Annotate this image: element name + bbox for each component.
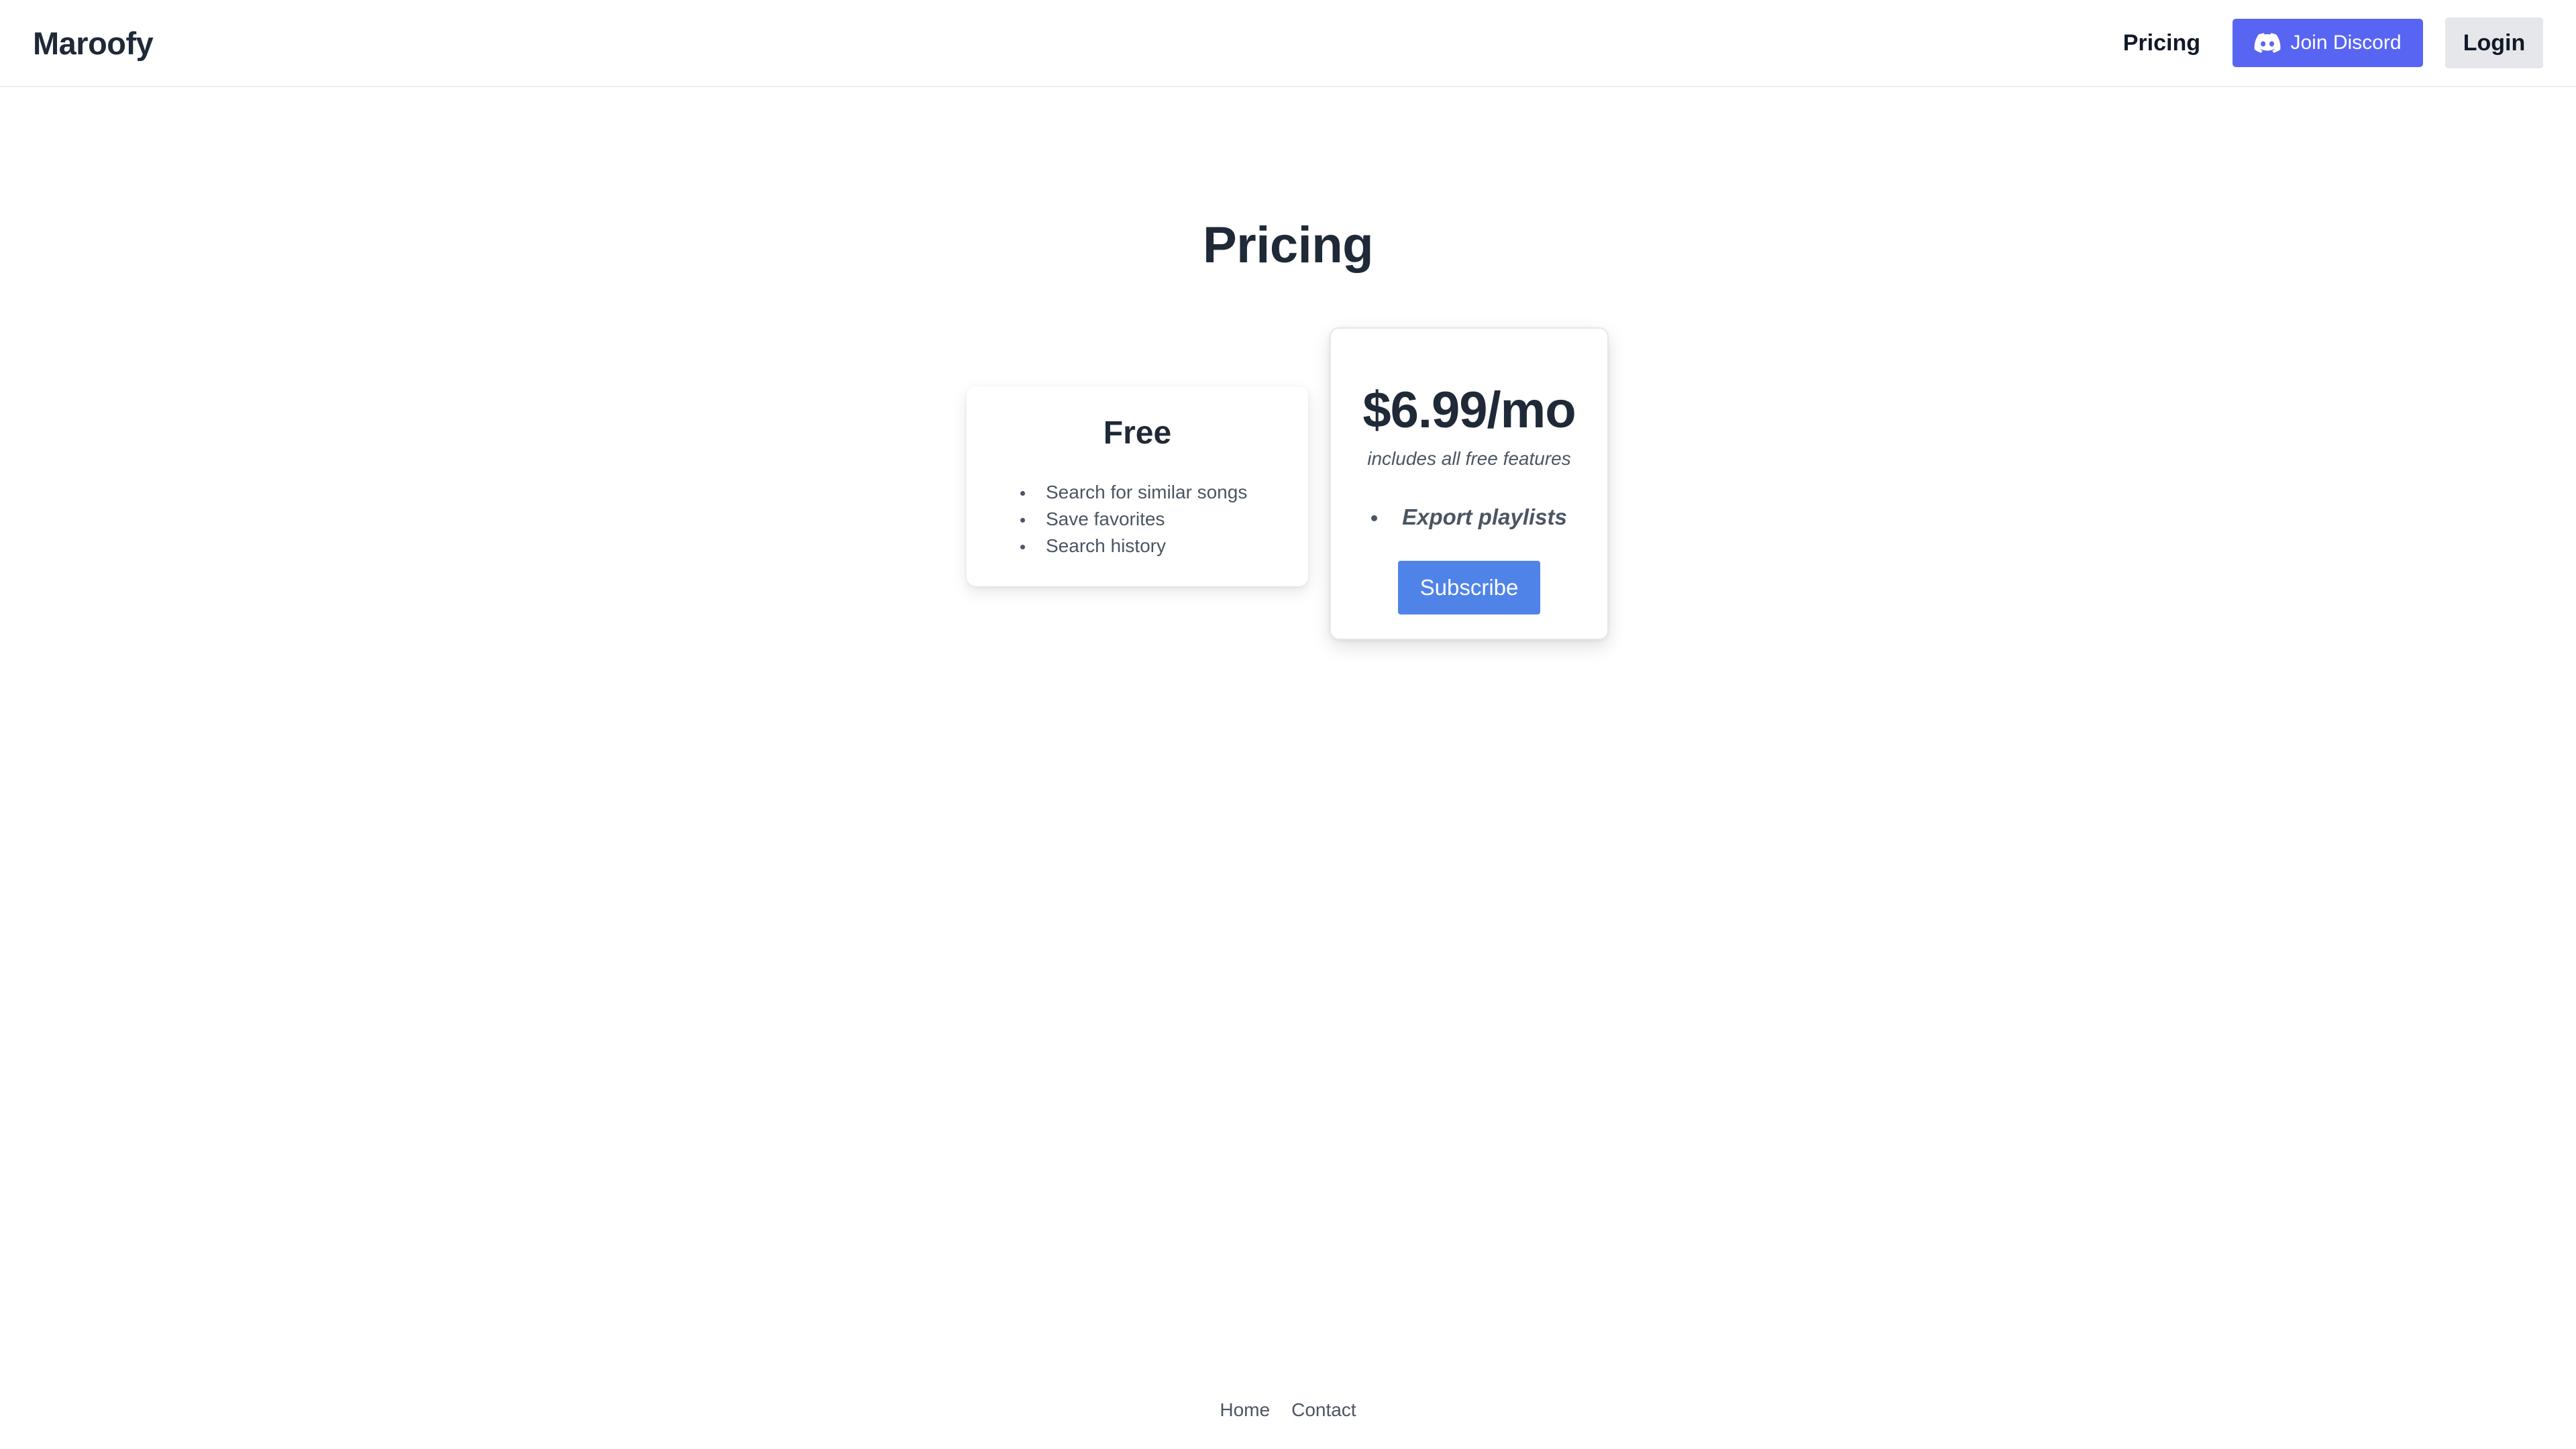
join-discord-label: Join Discord <box>2290 32 2402 54</box>
footer-link-contact[interactable]: Contact <box>1291 1399 1356 1421</box>
plan-price: $6.99/mo <box>1362 382 1576 439</box>
top-header: Maroofy Pricing Join Discord Login <box>0 0 2576 87</box>
join-discord-button[interactable]: Join Discord <box>2233 19 2423 67</box>
page-footer: Home Contact <box>0 1399 2576 1421</box>
free-feature-item: Save favorites <box>1020 506 1247 533</box>
page-title: Pricing <box>1202 217 1374 274</box>
pricing-page: Maroofy Pricing Join Discord Login Prici… <box>0 0 2576 1449</box>
discord-icon <box>2255 33 2281 53</box>
brand-logo[interactable]: Maroofy <box>33 25 154 62</box>
free-feature-list: Search for similar songs Save favorites … <box>1020 479 1247 559</box>
login-button[interactable]: Login <box>2445 17 2543 68</box>
free-feature-item: Search for similar songs <box>1020 479 1247 506</box>
free-plan-card: Free Search for similar songs Save favor… <box>967 386 1308 586</box>
free-feature-item: Search history <box>1020 533 1247 559</box>
top-nav: Pricing Join Discord Login <box>2123 17 2543 68</box>
paid-feature-list: Export playlists <box>1331 504 1607 530</box>
footer-link-home[interactable]: Home <box>1220 1399 1270 1421</box>
subscribe-button[interactable]: Subscribe <box>1398 561 1540 614</box>
nav-pricing-link[interactable]: Pricing <box>2123 30 2200 56</box>
free-plan-title: Free <box>1103 415 1172 451</box>
paid-feature-item: Export playlists <box>1371 504 1567 530</box>
plan-price-subtitle: includes all free features <box>1367 448 1571 469</box>
paid-plan-card: $6.99/mo includes all free features Expo… <box>1330 327 1609 640</box>
